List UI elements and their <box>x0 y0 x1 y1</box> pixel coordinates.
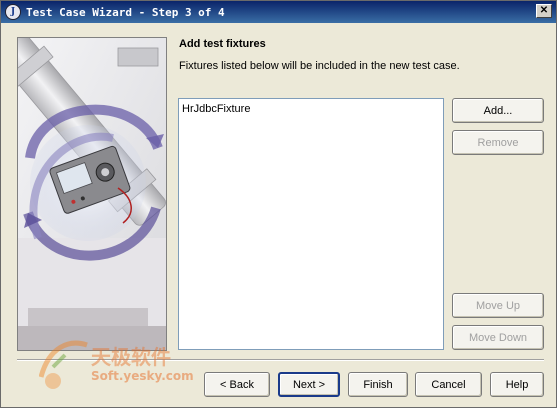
cancel-button[interactable]: Cancel <box>415 372 482 397</box>
window-title: Test Case Wizard - Step 3 of 4 <box>26 5 225 19</box>
back-button[interactable]: < Back <box>204 372 270 397</box>
wizard-illustration <box>17 37 167 351</box>
watermark-text-url: Soft.yesky.com <box>91 369 194 383</box>
move-down-button[interactable]: Move Down <box>452 325 544 350</box>
add-fixture-button[interactable]: Add... <box>452 98 544 123</box>
list-item[interactable]: HrJdbcFixture <box>181 102 441 116</box>
app-icon: J <box>5 4 21 20</box>
back-button-label: < Back <box>220 378 254 391</box>
move-up-button-label: Move Up <box>475 299 521 312</box>
remove-fixture-button[interactable]: Remove <box>452 130 544 155</box>
page-description: Fixtures listed below will be included i… <box>179 60 460 72</box>
next-button-label: Next > <box>292 378 326 391</box>
finish-button[interactable]: Finish <box>348 372 408 397</box>
add-button-label: Add... <box>483 104 513 117</box>
move-down-button-label: Move Down <box>468 331 528 344</box>
divider <box>17 359 544 361</box>
finish-button-label: Finish <box>363 378 393 391</box>
move-up-button[interactable]: Move Up <box>452 293 544 318</box>
remove-button-label: Remove <box>477 136 519 149</box>
help-button-label: Help <box>505 378 529 391</box>
cancel-button-label: Cancel <box>431 378 466 391</box>
fixtures-list[interactable]: HrJdbcFixture <box>178 98 444 350</box>
page-heading: Add test fixtures <box>179 38 266 50</box>
close-icon[interactable]: ✕ <box>536 4 552 18</box>
help-button[interactable]: Help <box>490 372 544 397</box>
next-button[interactable]: Next > <box>278 372 340 397</box>
title-bar[interactable]: J Test Case Wizard - Step 3 of 4 ✕ <box>1 1 556 23</box>
wizard-dialog: J Test Case Wizard - Step 3 of 4 ✕ Add t… <box>0 0 557 408</box>
